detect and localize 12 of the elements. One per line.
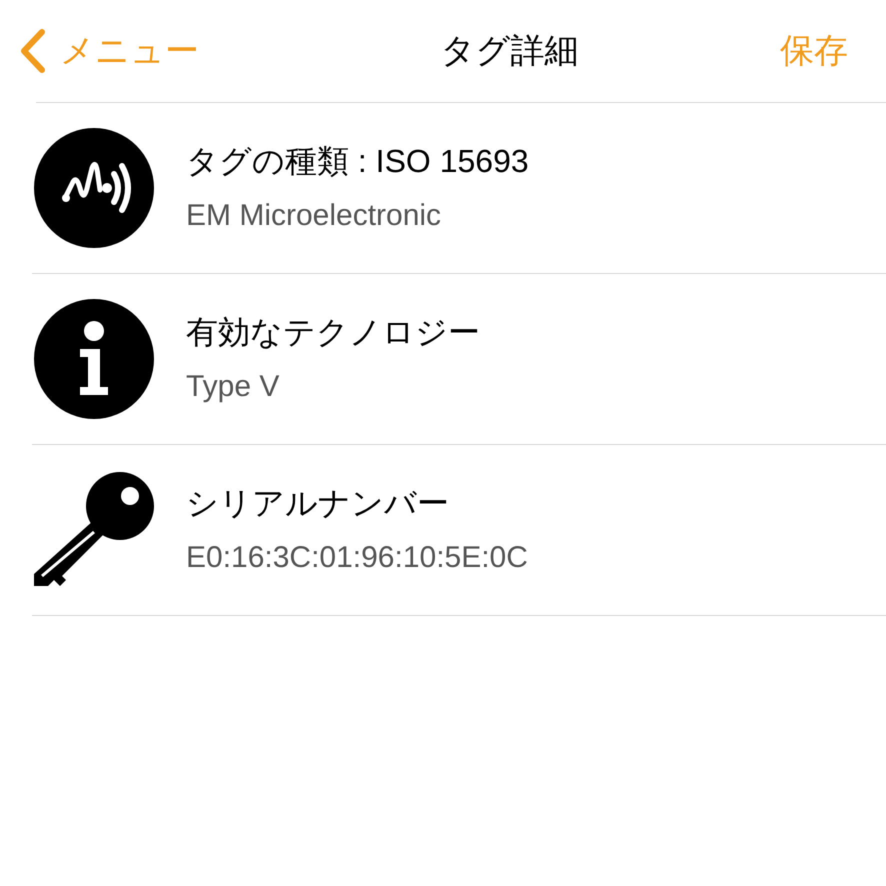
- chevron-icon: [18, 28, 48, 74]
- save-button[interactable]: 保存: [780, 26, 848, 76]
- row-title: 有効なテクノロジー: [186, 313, 480, 352]
- nfc-icon: [34, 128, 154, 248]
- row-title: シリアルナンバー: [186, 484, 450, 524]
- back-button[interactable]: メニュー: [18, 26, 199, 76]
- row-detail: Type V: [186, 369, 280, 406]
- nav-title: タグ詳細: [440, 30, 578, 72]
- row-detail: EM Microelectronic: [186, 198, 442, 234]
- row-title: タグの種類 : ISO 15693: [186, 142, 529, 182]
- row-detail: E0:16:3C:01:96:10:5E:0C: [186, 540, 528, 576]
- info-icon: [34, 299, 154, 419]
